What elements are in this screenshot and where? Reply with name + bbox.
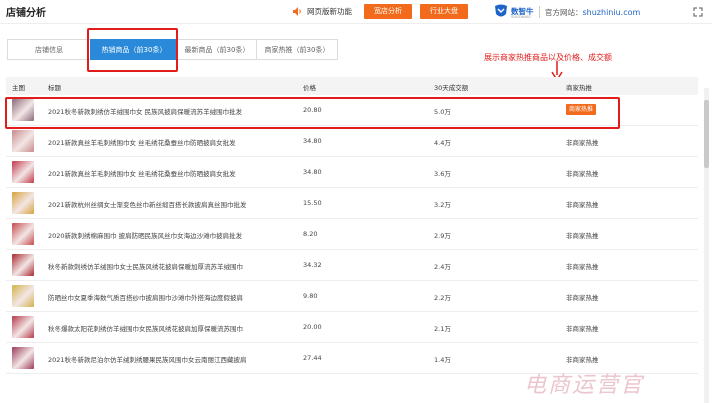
scrollbar[interactable]: [704, 88, 709, 403]
promotion-status: 非商家热推: [566, 325, 599, 333]
tab-highlight-box: [87, 28, 178, 72]
product-thumbnail[interactable]: [12, 192, 34, 214]
product-price: 20.00: [303, 323, 322, 331]
tab-new-products[interactable]: 最新商品（前30条）: [177, 39, 257, 60]
industry-market-button[interactable]: 行业大盘: [420, 4, 468, 19]
top-bar: 店铺分析 网页版新功能 宽店分析 行业大盘 数智牛 SHUZHINIU 官方网站…: [0, 0, 712, 24]
page-title: 店铺分析: [6, 8, 46, 19]
product-sales: 4.4万: [434, 139, 451, 147]
product-price: 34.32: [303, 261, 322, 269]
product-price: 8.20: [303, 230, 318, 238]
header-status: 商家热推: [566, 84, 592, 92]
product-thumbnail[interactable]: [12, 347, 34, 369]
product-title[interactable]: 2020新款刺绣棉麻围巾 披肩防晒民族风丝巾女海边沙滩巾披肩批发: [48, 230, 242, 240]
promotion-status: 非商家热推: [566, 294, 599, 302]
product-price: 27.44: [303, 354, 322, 362]
promotion-status: 非商家热推: [566, 356, 599, 364]
table-row[interactable]: 秋冬新款刺绣仿羊绒围巾女士民族风绣花披肩保暖加厚流苏羊绒围巾 34.32 2.4万 非…: [6, 250, 698, 281]
promotion-status: 非商家热推: [566, 201, 599, 209]
product-title[interactable]: 2021新款真丝羊毛刺绣围巾女 丝毛绣花桑蚕丝巾防晒披肩女批发: [48, 137, 236, 147]
table-row[interactable]: 2021新款真丝羊毛刺绣围巾女 丝毛绣花桑蚕丝巾防晒披肩女批发 34.80 4.4万…: [6, 126, 698, 157]
product-title[interactable]: 防晒丝巾女夏季海数气质百搭纱巾披肩围巾沙滩巾外搭海边度假披肩: [48, 292, 243, 302]
watermark: 电商运营官: [524, 373, 645, 398]
product-price: 9.80: [303, 292, 318, 300]
product-sales: 3.6万: [434, 170, 451, 178]
product-thumbnail[interactable]: [12, 223, 34, 245]
header-title: 标题: [48, 84, 61, 92]
product-sales: 2.4万: [434, 263, 451, 271]
header-price: 价格: [303, 84, 316, 92]
table-body: 2021秋冬新款刺绣仿羊绒围巾女 民族风披肩保暖流苏羊绒围巾批发 20.80 5.0…: [6, 95, 698, 374]
divider: [539, 6, 540, 18]
header-thumb: 主图: [12, 84, 25, 92]
site-prefix: 官方网站：: [545, 8, 583, 17]
product-title[interactable]: 秋冬新款刺绣仿羊绒围巾女士民族风绣花披肩保暖加厚流苏羊绒围巾: [48, 261, 243, 271]
table-row[interactable]: 2020新款刺绣棉麻围巾 披肩防晒民族风丝巾女海边沙滩巾披肩批发 8.20 2.9万…: [6, 219, 698, 250]
promotion-status: 非商家热推: [566, 232, 599, 240]
product-sales: 2.9万: [434, 232, 451, 240]
product-thumbnail[interactable]: [12, 161, 34, 183]
product-price: 34.80: [303, 168, 322, 176]
product-price: 15.50: [303, 199, 322, 207]
table-row[interactable]: 2021新款杭州丝绸女士渐变色丝巾新丝缎百搭长款披肩真丝围巾批发 15.50 3.2…: [6, 188, 698, 219]
site-url[interactable]: shuzhiniu.com: [583, 8, 641, 17]
product-title[interactable]: 秋冬爆款太阳花刺绣仿羊绒围巾女民族风绣花披肩加厚保暖流苏围巾: [48, 323, 243, 333]
product-sales: 3.2万: [434, 201, 451, 209]
new-feature-link[interactable]: 网页版新功能: [307, 6, 352, 17]
product-thumbnail[interactable]: [12, 254, 34, 276]
promotion-status: 非商家热推: [566, 263, 599, 271]
header-sales: 30天成交额: [434, 84, 469, 92]
product-title[interactable]: 2021新款真丝羊毛刺绣围巾女 丝毛绣花桑蚕丝巾防晒披肩女批发: [48, 168, 236, 178]
table-row[interactable]: 2021新款真丝羊毛刺绣围巾女 丝毛绣花桑蚕丝巾防晒披肩女批发 34.80 3.6万…: [6, 157, 698, 188]
table-header: 主图 标题 价格 30天成交额 商家热推: [6, 77, 698, 95]
promotion-status: 非商家热推: [566, 139, 599, 147]
table-row[interactable]: 秋冬爆款太阳花刺绣仿羊绒围巾女民族风绣花披肩加厚保暖流苏围巾 20.00 2.1万 非…: [6, 312, 698, 343]
product-title[interactable]: 2021秋冬新款尼泊尔仿羊绒刺绣腰果民族风围巾女云南丽江西藏披肩: [48, 354, 247, 364]
official-site[interactable]: 官方网站：shuzhiniu.com: [545, 7, 640, 18]
expand-icon[interactable]: [693, 7, 703, 17]
scrollbar-thumb[interactable]: [704, 100, 709, 168]
product-thumbnail[interactable]: [12, 316, 34, 338]
product-sales: 2.2万: [434, 294, 451, 302]
logo-subtext: SHUZHINIU: [511, 15, 531, 19]
product-thumbnail[interactable]: [12, 285, 34, 307]
tab-shop-info[interactable]: 店铺信息: [7, 39, 91, 60]
promotion-status: 非商家热推: [566, 170, 599, 178]
product-sales: 1.4万: [434, 356, 451, 364]
speaker-icon: [293, 7, 301, 16]
product-sales: 2.1万: [434, 325, 451, 333]
product-title[interactable]: 2021新款杭州丝绸女士渐变色丝巾新丝缎百搭长款披肩真丝围巾批发: [48, 199, 247, 209]
annotation-text: 展示商家热推商品以及价格、成交额: [484, 53, 612, 62]
shop-analysis-button[interactable]: 宽店分析: [364, 4, 412, 19]
tab-merchant-promoted[interactable]: 商家热推（前30条）: [256, 39, 338, 60]
table-row[interactable]: 防晒丝巾女夏季海数气质百搭纱巾披肩围巾沙滩巾外搭海边度假披肩 9.80 2.2万 非商…: [6, 281, 698, 312]
product-price: 34.80: [303, 137, 322, 145]
product-thumbnail[interactable]: [12, 130, 34, 152]
row-highlight-box: [5, 97, 620, 129]
logo-icon: [495, 4, 507, 17]
